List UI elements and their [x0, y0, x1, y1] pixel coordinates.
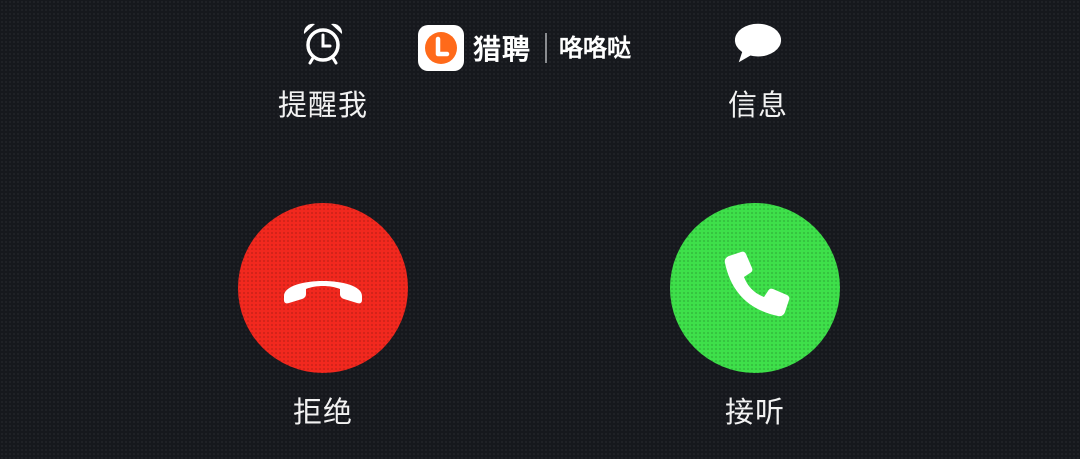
brand-watermark: 猎聘 咯咯哒 — [418, 24, 631, 72]
incoming-call-screen: 提醒我 猎聘 咯咯哒 信息 拒绝 接听 — [0, 0, 1080, 459]
accept-call-button[interactable]: 接听 — [665, 203, 845, 431]
brand-name: 猎聘 — [473, 33, 532, 66]
brand-divider — [545, 33, 548, 63]
remind-me-label: 提醒我 — [277, 88, 368, 122]
brand-sub-name: 咯咯哒 — [559, 34, 632, 62]
decline-call-button[interactable]: 拒绝 — [233, 203, 413, 431]
brand-sub: 咯咯哒 — [559, 35, 631, 61]
hang-up-phone-icon — [278, 266, 368, 310]
remind-me-button[interactable]: 提醒我 — [253, 18, 393, 124]
accept-circle[interactable] — [670, 203, 840, 373]
decline-circle[interactable] — [238, 203, 408, 373]
speech-bubble-icon — [733, 18, 783, 68]
brand-logo-icon — [418, 25, 464, 71]
message-button[interactable]: 信息 — [688, 18, 828, 124]
accept-label: 接听 — [724, 395, 785, 429]
phone-handset-icon — [715, 246, 795, 330]
alarm-clock-icon — [298, 18, 348, 68]
decline-label: 拒绝 — [292, 395, 353, 429]
message-label: 信息 — [727, 88, 788, 122]
